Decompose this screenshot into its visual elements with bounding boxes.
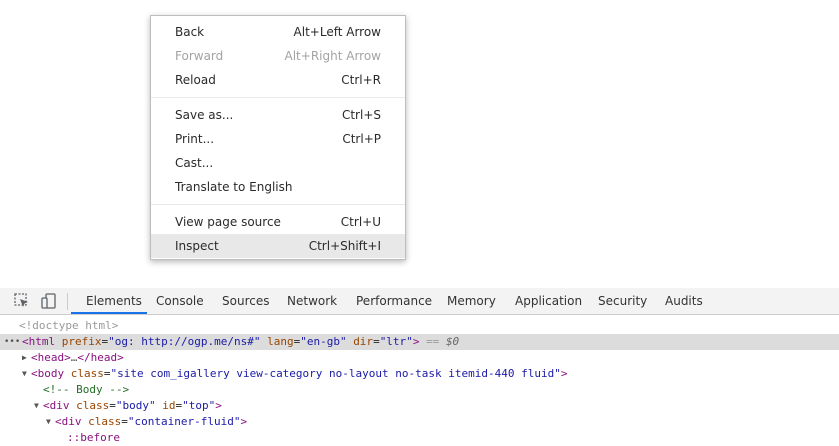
head-tag-open: <head> (31, 351, 71, 364)
menu-item-shortcut: Ctrl+Shift+I (308, 239, 381, 253)
div-attr-id: id (162, 399, 176, 412)
menu-item-label: Inspect (175, 239, 219, 253)
tab-performance[interactable]: Performance (356, 288, 432, 314)
body-tag-open: <body (31, 367, 65, 380)
html-attr-dir: dir (353, 335, 374, 348)
more-options-icon[interactable]: ••• (4, 334, 20, 350)
tree-line-body[interactable]: ▼ <body class="site com_igallery view-ca… (0, 366, 839, 382)
menu-item-save-as[interactable]: Save as... Ctrl+S (151, 103, 405, 127)
menu-item-label: Save as... (175, 108, 234, 122)
html-tag-close: > (412, 335, 420, 348)
div-attr-class: class (88, 415, 122, 428)
body-val-class: "site com_igallery view-category no-layo… (110, 367, 561, 380)
menu-item-label: Back (175, 25, 205, 39)
elements-tree: <!doctype html> ••• <html prefix="og: ht… (0, 316, 839, 444)
head-tag-close: </head> (77, 351, 124, 364)
menu-item-translate[interactable]: Translate to English (151, 175, 405, 199)
menu-item-label: Print... (175, 132, 215, 146)
menu-item-shortcut: Ctrl+U (340, 215, 381, 229)
selected-ref: $0 (445, 335, 460, 348)
menu-separator (151, 97, 405, 98)
menu-item-label: Reload (175, 73, 216, 87)
tab-elements[interactable]: Elements (86, 288, 142, 314)
context-menu: Back Alt+Left Arrow Forward Alt+Right Ar… (150, 15, 406, 260)
device-toolbar-icon[interactable] (40, 292, 58, 310)
selected-eq: == (426, 335, 440, 348)
tree-line-pseudo[interactable]: ::before (0, 430, 839, 446)
menu-item-shortcut: Ctrl+S (341, 108, 381, 122)
tree-line-doctype[interactable]: <!doctype html> (0, 318, 839, 334)
html-val-lang: "en-gb" (300, 335, 347, 348)
menu-item-label: View page source (175, 215, 281, 229)
doctype-text: <!doctype html> (19, 319, 119, 332)
menu-item-reload[interactable]: Reload Ctrl+R (151, 68, 405, 92)
menu-item-print[interactable]: Print... Ctrl+P (151, 127, 405, 151)
body-tag-close: > (560, 367, 568, 380)
menu-item-shortcut: Alt+Left Arrow (293, 25, 381, 39)
html-tag-open: <html (22, 335, 56, 348)
div-tag-open: <div (43, 399, 70, 412)
div-tag-close: > (240, 415, 248, 428)
menu-separator (151, 204, 405, 205)
html-attr-lang: lang (267, 335, 294, 348)
div-val-class: "container-fluid" (127, 415, 241, 428)
div-val-id: "top" (182, 399, 216, 412)
menu-item-inspect[interactable]: Inspect Ctrl+Shift+I (151, 234, 405, 258)
collapse-triangle-icon[interactable]: ▼ (34, 398, 42, 414)
toolbar-divider (67, 293, 68, 310)
div-tag-close: > (215, 399, 222, 412)
div-tag-open: <div (55, 415, 82, 428)
menu-item-forward[interactable]: Forward Alt+Right Arrow (151, 44, 405, 68)
tree-line-div-body[interactable]: ▼ <div class="body" id="top"> (0, 398, 839, 414)
menu-item-label: Translate to English (175, 180, 293, 194)
tree-line-comment[interactable]: <!-- Body --> (0, 382, 839, 398)
menu-item-shortcut: Ctrl+P (342, 132, 381, 146)
menu-item-label: Cast... (175, 156, 214, 170)
tree-line-div-container[interactable]: ▼ <div class="container-fluid"> (0, 414, 839, 430)
tree-line-html[interactable]: ••• <html prefix="og: http://ogp.me/ns#"… (0, 334, 839, 350)
collapse-triangle-icon[interactable]: ▼ (46, 414, 54, 430)
tab-application[interactable]: Application (515, 288, 582, 314)
tab-sources[interactable]: Sources (222, 288, 269, 314)
html-val-dir: "ltr" (379, 335, 413, 348)
div-attr-class: class (76, 399, 110, 412)
inspect-element-icon[interactable] (13, 292, 31, 310)
pseudo-element: ::before (67, 431, 120, 444)
menu-item-back[interactable]: Back Alt+Left Arrow (151, 20, 405, 44)
menu-item-shortcut: Ctrl+R (341, 73, 381, 87)
tab-security[interactable]: Security (598, 288, 647, 314)
tab-network[interactable]: Network (287, 288, 337, 314)
tab-audits[interactable]: Audits (665, 288, 703, 314)
active-tab-indicator (71, 312, 147, 314)
html-val-prefix: "og: http://ogp.me/ns#" (108, 335, 261, 348)
html-attr-prefix: prefix (61, 335, 102, 348)
tab-console[interactable]: Console (156, 288, 204, 314)
tree-line-head[interactable]: ▶ <head>…</head> (0, 350, 839, 366)
menu-item-view-source[interactable]: View page source Ctrl+U (151, 210, 405, 234)
devtools-toolbar: Elements Console Sources Network Perform… (0, 288, 839, 315)
collapse-triangle-icon[interactable]: ▼ (22, 366, 30, 382)
tab-memory[interactable]: Memory (447, 288, 496, 314)
expand-triangle-icon[interactable]: ▶ (22, 350, 30, 366)
menu-item-label: Forward (175, 49, 224, 63)
comment-text: <!-- Body --> (43, 383, 130, 396)
body-attr-class: class (70, 367, 104, 380)
menu-item-cast[interactable]: Cast... (151, 151, 405, 175)
div-val-class: "body" (115, 399, 156, 412)
menu-item-shortcut: Alt+Right Arrow (284, 49, 381, 63)
